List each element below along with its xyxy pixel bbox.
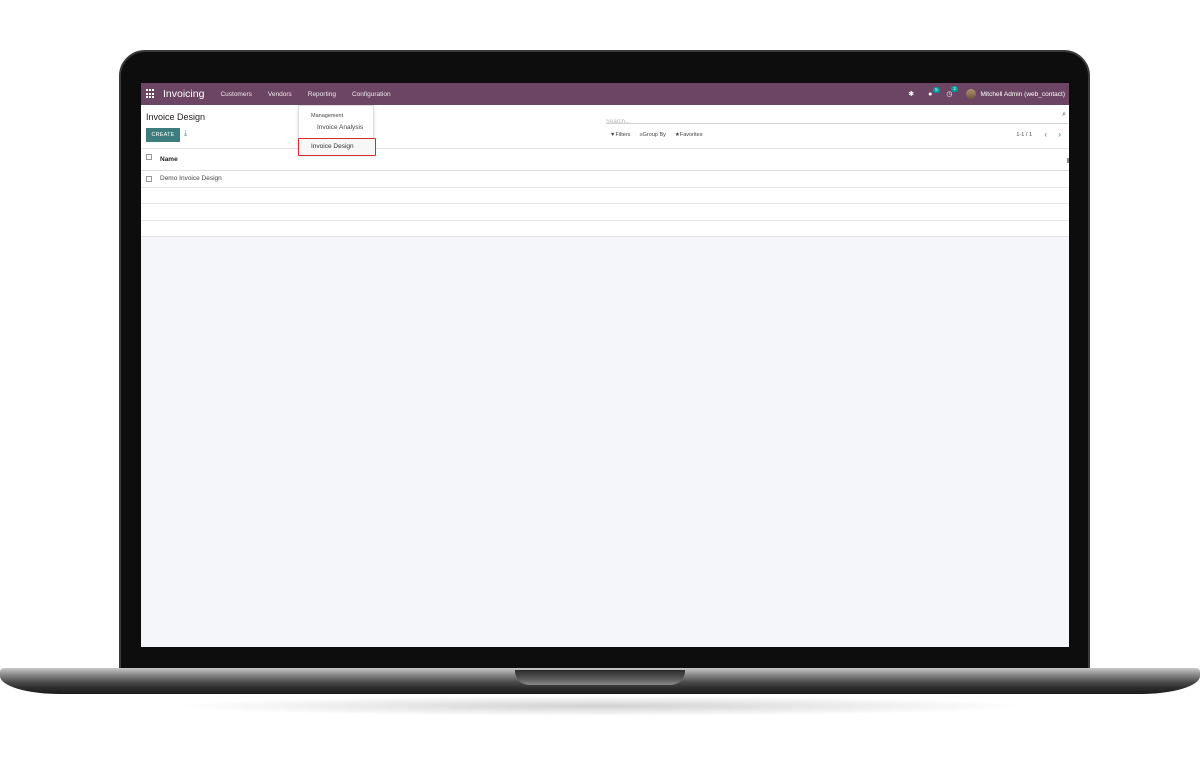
avatar[interactable] (966, 89, 977, 99)
app-brand[interactable]: Invoicing (163, 88, 204, 100)
dropdown-section-header: Management (311, 113, 344, 119)
user-menu[interactable]: Mitchell Admin (web_contact) (980, 91, 1065, 98)
menu-configuration[interactable]: Configuration (352, 91, 391, 98)
menu-vendors[interactable]: Vendors (268, 91, 292, 98)
chevron-left-icon[interactable]: ‹ (1044, 130, 1047, 139)
search-icon[interactable]: ⌕ (1062, 111, 1066, 119)
column-header-name[interactable]: Name (160, 156, 178, 163)
group-by-toggle[interactable]: ≡Group By (639, 132, 665, 138)
table-row[interactable]: Demo Invoice Design (141, 171, 1069, 188)
chevron-right-icon[interactable]: › (1058, 130, 1061, 139)
page-title: Invoice Design (146, 112, 206, 122)
search-options: ▼Filters ≡Group By ★Favorites (610, 132, 711, 138)
laptop-notch (515, 670, 685, 685)
bug-icon[interactable]: ✱ (908, 90, 914, 98)
reporting-dropdown: Management Invoice Analysis Invoice Desi… (298, 105, 376, 156)
download-icon[interactable]: ⤓ (184, 130, 187, 138)
filters-toggle[interactable]: ▼Filters (610, 132, 630, 138)
menu-invoice-design-highlighted[interactable]: Invoice Design (298, 138, 376, 156)
laptop-shadow (170, 696, 1030, 716)
select-all-checkbox[interactable] (146, 154, 152, 160)
chat-badge: 5 (933, 86, 940, 93)
activity-clock-icon[interactable]: ◷ 2 (946, 86, 958, 98)
favorites-toggle[interactable]: ★Favorites (675, 132, 703, 138)
filters-label: Filters (615, 132, 631, 138)
column-resize-handle[interactable] (1067, 158, 1069, 163)
menu-invoice-analysis[interactable]: Invoice Analysis (317, 124, 363, 131)
pager-value[interactable]: 1-1 / 1 (1016, 132, 1032, 138)
menu-invoice-design-label: Invoice Design (311, 143, 354, 150)
top-navbar: Invoicing Customers Vendors Reporting Co… (141, 83, 1069, 105)
search-box: ⌕ (606, 110, 1068, 128)
group-by-label: Group By (642, 132, 666, 138)
create-button[interactable]: CREATE (146, 128, 180, 142)
menu-customers[interactable]: Customers (220, 91, 251, 98)
cell-name[interactable]: Demo Invoice Design (160, 175, 222, 182)
row-checkbox[interactable] (146, 176, 152, 182)
menu-reporting[interactable]: Reporting (308, 91, 336, 98)
app-screen: Invoicing Customers Vendors Reporting Co… (141, 83, 1069, 647)
apps-menu-icon[interactable] (146, 89, 156, 99)
chat-icon[interactable]: ● 5 (928, 86, 940, 98)
control-panel: Invoice Design CREATE ⤓ ⌕ ▼Filters ≡Grou… (141, 105, 1069, 149)
empty-row (141, 204, 1069, 221)
empty-row (141, 188, 1069, 204)
navbar-systray: ✱ ● 5 ◷ 2 Mitchell Admin (web_contact) (908, 86, 1069, 99)
favorites-label: Favorites (679, 132, 703, 138)
list-view: Name Demo Invoice Design (141, 149, 1069, 237)
list-header: Name (141, 149, 1069, 171)
activity-badge: 2 (951, 86, 958, 92)
search-input[interactable] (606, 116, 1046, 128)
empty-row (141, 221, 1069, 237)
